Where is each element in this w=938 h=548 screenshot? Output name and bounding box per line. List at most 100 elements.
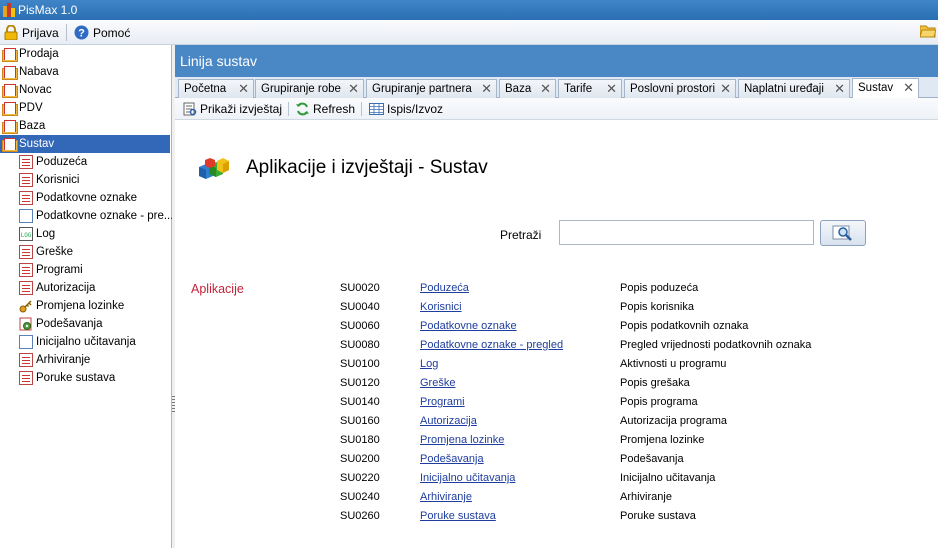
tab-label: Početna [184, 83, 227, 95]
app-description: Autorizacija programa [620, 415, 727, 427]
tree-item-sustav[interactable]: Sustav [0, 135, 170, 153]
tree-item-podesavanja[interactable]: Podešavanja [0, 315, 171, 333]
refresh-button[interactable]: Refresh [295, 100, 355, 118]
tree-item-autorizacija[interactable]: Autorizacija [0, 279, 171, 297]
close-icon[interactable]: ✕ [540, 80, 551, 98]
tab-poslovni-prostori[interactable]: Poslovni prostori ✕ [624, 79, 736, 98]
tree-item-promjena-lozinke[interactable]: Promjena lozinke [0, 297, 171, 315]
app-code: SU0140 [340, 396, 380, 408]
tree-item-label: Autorizacija [36, 282, 96, 294]
tree-item-label: Poduzeća [36, 156, 88, 168]
tab-pocetna[interactable]: Početna ✕ [178, 79, 254, 98]
app-description: Popis korisnika [620, 301, 694, 313]
tree-item-label: Arhiviranje [36, 354, 91, 366]
tree-item-log[interactable]: LOG Log [0, 225, 171, 243]
tree-item-label: Poruke sustava [36, 372, 116, 384]
close-icon[interactable]: ✕ [834, 80, 845, 98]
app-link[interactable]: Poruke sustava [420, 510, 496, 522]
app-link[interactable]: Poduzeća [420, 282, 469, 294]
app-link[interactable]: Inicijalno učitavanja [420, 472, 515, 484]
tab-label: Grupiranje robe [261, 83, 341, 95]
close-icon[interactable]: ✕ [348, 80, 359, 98]
help-label: Pomoć [93, 25, 131, 40]
tab-sustav[interactable]: Sustav ✕ [852, 78, 919, 98]
folder-icon [2, 65, 18, 80]
navigation-tree: Prodaja Nabava Novac PDV Baza Sustav Pod… [0, 45, 173, 548]
tab-tarife[interactable]: Tarife ✕ [558, 79, 622, 98]
menu-bar: Prijava ? Pomoć [0, 20, 938, 45]
tree-item-label: Korisnici [36, 174, 80, 186]
tab-grupiranje-robe[interactable]: Grupiranje robe ✕ [255, 79, 364, 98]
tab-naplatni-uredaji[interactable]: Naplatni uređaji ✕ [738, 79, 850, 98]
tree-item-poruke-sustava[interactable]: Poruke sustava [0, 369, 171, 387]
app-code: SU0220 [340, 472, 380, 484]
search-icon [832, 225, 852, 241]
log-icon: LOG [19, 227, 33, 241]
app-link[interactable]: Podešavanja [420, 453, 484, 465]
close-icon[interactable]: ✕ [481, 80, 492, 98]
tree-item-label: Podešavanja [36, 318, 103, 330]
app-description: Poruke sustava [620, 510, 696, 522]
report-content: Aplikacije i izvještaji - Sustav Pretraž… [175, 120, 938, 548]
tree-item-novac[interactable]: Novac [0, 81, 171, 99]
close-icon[interactable]: ✕ [720, 80, 731, 98]
tree-item-baza[interactable]: Baza [0, 117, 171, 135]
tree-item-prodaja[interactable]: Prodaja [0, 45, 171, 63]
table-row: SU0220 Inicijalno učitavanja Inicijalno uč… [175, 472, 938, 491]
app-description: Popis poduzeća [620, 282, 699, 294]
tree-item-label: Prodaja [19, 48, 59, 60]
search-label: Pretraži [500, 228, 542, 242]
app-link[interactable]: Podatkovne oznake [420, 320, 517, 332]
app-link[interactable]: Podatkovne oznake - pregled [420, 339, 563, 351]
page-title: Aplikacije i izvještaji - Sustav [246, 157, 488, 178]
search-input[interactable] [559, 220, 814, 245]
settings-icon [19, 317, 33, 331]
tab-baza[interactable]: Baza ✕ [499, 79, 556, 98]
app-link[interactable]: Greške [420, 377, 455, 389]
tree-item-label: Programi [36, 264, 83, 276]
app-code: SU0040 [340, 301, 380, 313]
tab-grupiranje-partnera[interactable]: Grupiranje partnera ✕ [366, 79, 497, 98]
report-icon [19, 191, 33, 205]
app-description: Popis grešaka [620, 377, 690, 389]
toolbar-separator [288, 102, 289, 116]
print-export-button[interactable]: Ispis/Izvoz [369, 100, 443, 118]
tree-item-podatkovne-oznake-pregled[interactable]: Podatkovne oznake - pre... [0, 207, 173, 225]
app-description: Pregled vrijednosti podatkovnih oznaka [620, 339, 812, 351]
menu-separator [66, 24, 67, 41]
tree-item-podatkovne-oznake[interactable]: Podatkovne oznake [0, 189, 171, 207]
app-link[interactable]: Arhiviranje [420, 491, 472, 503]
folder-icon [2, 101, 18, 116]
tree-item-nabava[interactable]: Nabava [0, 63, 171, 81]
close-icon[interactable]: ✕ [606, 80, 617, 98]
tree-item-arhiviranje[interactable]: Arhiviranje [0, 351, 171, 369]
report-icon [19, 173, 33, 187]
app-link[interactable]: Promjena lozinke [420, 434, 504, 446]
tree-item-label: Nabava [19, 66, 59, 78]
table-row: SU0100 Log Aktivnosti u programu [175, 358, 938, 377]
report-icon [19, 155, 33, 169]
table-row: SU0260 Poruke sustava Poruke sustava [175, 510, 938, 529]
tree-item-label: Novac [19, 84, 52, 96]
close-icon[interactable]: ✕ [238, 80, 249, 98]
app-link[interactable]: Programi [420, 396, 465, 408]
tree-item-inicijalno-ucitavanja[interactable]: Inicijalno učitavanja [0, 333, 171, 351]
close-icon[interactable]: ✕ [903, 79, 914, 97]
login-button[interactable]: Prijava [4, 23, 59, 42]
tree-item-poduzeca[interactable]: Poduzeća [0, 153, 171, 171]
help-button[interactable]: ? Pomoć [74, 23, 130, 42]
open-folder-icon[interactable] [920, 24, 936, 38]
tree-item-korisnici[interactable]: Korisnici [0, 171, 171, 189]
report-icon [19, 263, 33, 277]
app-logo-icon [3, 3, 15, 17]
key-icon [19, 299, 33, 313]
search-button[interactable] [820, 220, 866, 246]
app-link[interactable]: Autorizacija [420, 415, 477, 427]
app-link[interactable]: Korisnici [420, 301, 462, 313]
app-link[interactable]: Log [420, 358, 438, 370]
tree-item-greske[interactable]: Greške [0, 243, 171, 261]
tree-item-label: Log [36, 228, 56, 240]
tree-item-programi[interactable]: Programi [0, 261, 171, 279]
tree-item-pdv[interactable]: PDV [0, 99, 171, 117]
show-report-button[interactable]: Prikaži izvještaj [183, 100, 282, 118]
